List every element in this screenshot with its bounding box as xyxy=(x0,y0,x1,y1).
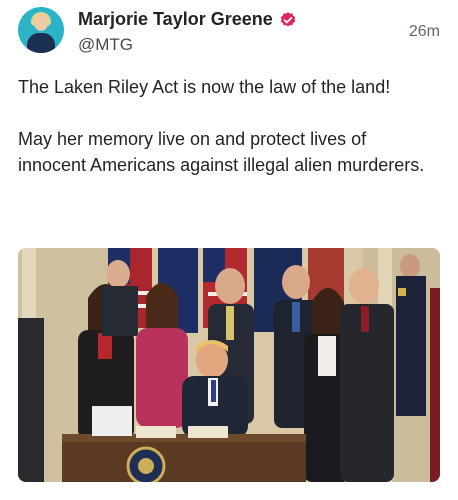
author-name-row[interactable]: Marjorie Taylor Greene xyxy=(78,9,297,30)
post-photo[interactable] xyxy=(18,248,440,482)
author-handle[interactable]: @MTG xyxy=(78,35,133,55)
post-timestamp[interactable]: 26m xyxy=(409,23,440,41)
post-paragraph: May her memory live on and protect lives… xyxy=(18,129,425,175)
author-display-name[interactable]: Marjorie Taylor Greene xyxy=(78,9,273,30)
post-paragraph: The Laken Riley Act is now the law of th… xyxy=(18,77,391,97)
photo-illustration xyxy=(18,248,440,482)
author-avatar[interactable] xyxy=(18,7,64,53)
verified-badge-icon xyxy=(280,11,296,27)
post-body: The Laken Riley Act is now the law of th… xyxy=(18,74,428,204)
avatar-body xyxy=(27,33,55,53)
avatar-face xyxy=(34,15,48,31)
